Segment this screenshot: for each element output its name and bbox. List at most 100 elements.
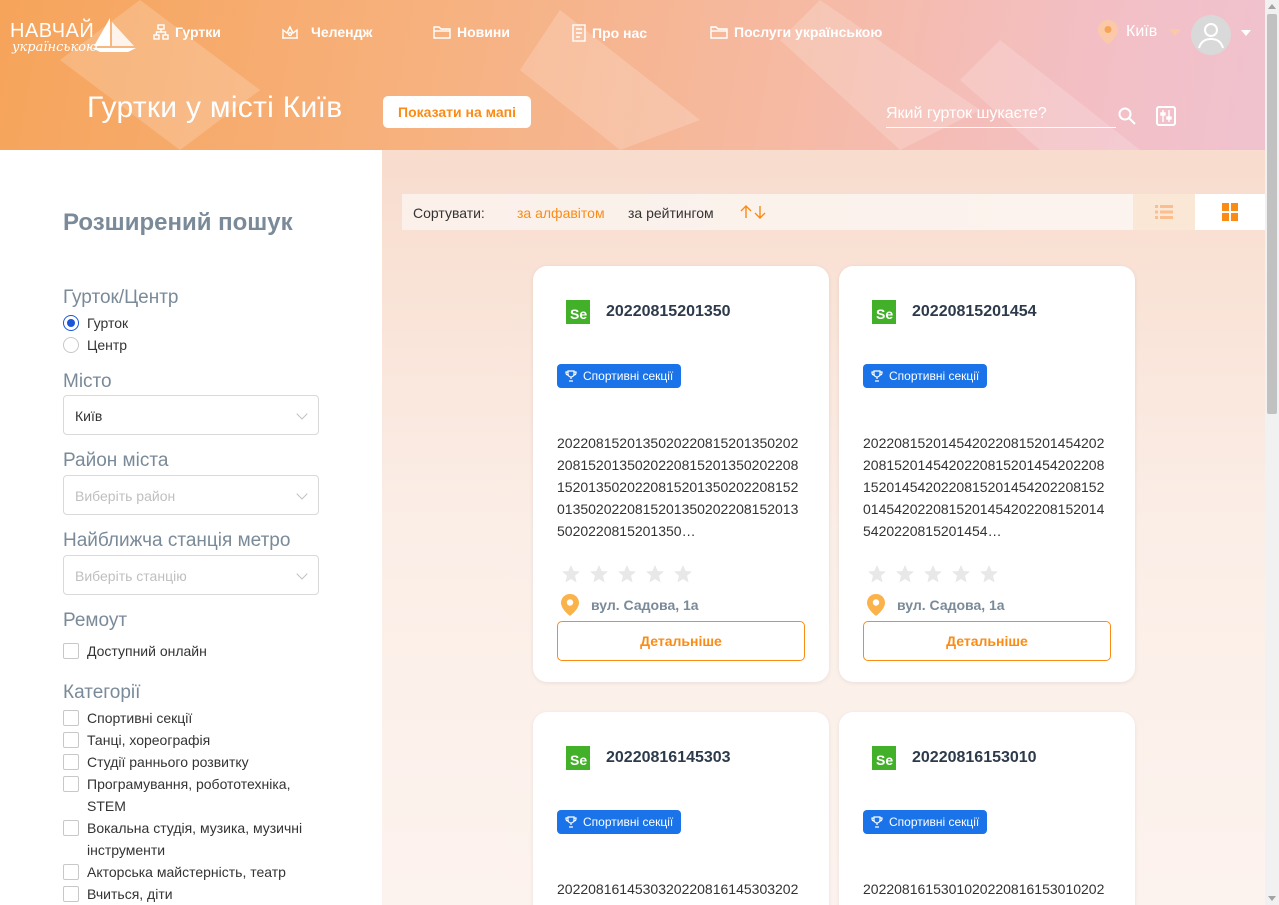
checkbox[interactable]	[63, 864, 79, 880]
star-icon	[618, 565, 636, 583]
club-card[interactable]: Se 20220816153010 Спортивні секції 20220…	[839, 712, 1135, 905]
category-item[interactable]: Танці, хореографія	[63, 729, 210, 751]
checkbox[interactable]	[63, 776, 79, 792]
district-label: Район міста	[63, 450, 169, 471]
club-description: 20220816153010202208161530102022	[863, 881, 1105, 897]
rating-stars	[867, 564, 999, 584]
nav-services[interactable]: Послуги українською	[710, 24, 882, 40]
star-icon	[674, 565, 692, 583]
city-selector[interactable]: Київ	[1098, 20, 1182, 44]
category-label: Спортивні секції	[87, 710, 193, 726]
logo-sub-text: українською	[12, 40, 98, 55]
metro-select-placeholder: Виберіть станцію	[75, 568, 187, 584]
search-input[interactable]: Який гурток шукаєте?	[886, 100, 1116, 128]
page-title: Гуртки у місті Київ	[87, 91, 343, 124]
trophy-icon	[565, 816, 577, 828]
checkbox[interactable]	[63, 710, 79, 726]
radio-center-label: Центр	[87, 337, 128, 353]
scrollbar-thumb[interactable]	[1267, 14, 1277, 414]
checkbox[interactable]	[63, 643, 79, 659]
category-item[interactable]: Вчиться, діти	[63, 883, 173, 905]
svg-text:Se: Se	[876, 752, 893, 768]
category-item[interactable]: Спортивні секції	[63, 707, 192, 729]
clubs-icon	[153, 24, 169, 40]
city-select-value: Київ	[75, 408, 103, 424]
metro-select[interactable]: Виберіть станцію	[63, 555, 319, 595]
category-item[interactable]: Програмування, робототехніка, STEM	[63, 773, 313, 817]
club-card[interactable]: Se 20220815201454 Спортивні секції 20220…	[839, 266, 1135, 682]
results-area: Сортувати: за алфавітом за рейтингом Se …	[382, 150, 1265, 905]
nav-news[interactable]: Новини	[433, 24, 510, 40]
user-menu-caret-icon[interactable]	[1241, 30, 1251, 36]
radio-button[interactable]	[63, 337, 79, 353]
metro-label: Найближча станція метро	[63, 530, 291, 551]
sort-alphabetical[interactable]: за алфавітом	[517, 205, 605, 221]
star-icon	[952, 565, 970, 583]
star-icon	[924, 565, 942, 583]
club-title[interactable]: 20220815201454	[912, 303, 1037, 321]
club-title[interactable]: 20220816145303	[606, 749, 731, 767]
trophy-icon	[871, 816, 883, 828]
page-scrollbar[interactable]	[1265, 0, 1279, 905]
district-select[interactable]: Виберіть район	[63, 475, 319, 515]
checkbox[interactable]	[63, 732, 79, 748]
show-on-map-button[interactable]: Показати на мапі	[383, 96, 531, 128]
rating-stars	[561, 564, 693, 584]
club-title[interactable]: 20220816153010	[912, 749, 1037, 767]
details-button[interactable]: Детальніше	[863, 621, 1111, 661]
nav-clubs[interactable]: Гуртки	[153, 24, 221, 40]
paper-boat-icon	[92, 18, 136, 52]
advanced-search-sidebar: Розширений пошук Гурток/Центр Гурток Цен…	[0, 150, 382, 905]
site-logo[interactable]: НАВЧАЙ українською	[10, 18, 136, 55]
category-item[interactable]: Студії раннього розвитку	[63, 751, 249, 773]
checkbox[interactable]	[63, 820, 79, 836]
star-icon	[980, 565, 998, 583]
sort-bar: Сортувати: за алфавітом за рейтингом	[402, 194, 1265, 230]
sort-rating[interactable]: за рейтингом	[628, 205, 714, 221]
club-card[interactable]: Se 20220816145303 Спортивні секції 20220…	[533, 712, 829, 905]
details-button[interactable]: Детальніше	[557, 621, 805, 661]
club-address: вул. Садова, 1а	[867, 594, 1005, 616]
club-title[interactable]: 20220815201350	[606, 303, 731, 321]
search-icon[interactable]	[1118, 107, 1136, 125]
sort-label: Сортувати:	[413, 205, 485, 221]
category-tag: Спортивні секції	[557, 364, 682, 388]
checkbox-online[interactable]: Доступний онлайн	[63, 640, 207, 662]
city-select[interactable]: Київ	[63, 395, 319, 435]
club-card[interactable]: Se 20220815201350 Спортивні секції 20220…	[533, 266, 829, 682]
scroll-down-arrow-icon[interactable]	[1268, 896, 1276, 901]
user-avatar[interactable]	[1191, 15, 1231, 55]
star-icon	[868, 565, 886, 583]
category-label: Програмування, робототехніка, STEM	[87, 776, 291, 814]
radio-club[interactable]: Гурток	[63, 312, 128, 334]
checkbox[interactable]	[63, 886, 79, 902]
category-tag-label: Спортивні секції	[583, 369, 674, 383]
trophy-icon	[565, 370, 577, 382]
category-item[interactable]: Акторська майстерність, театр	[63, 861, 286, 883]
club-description: 2022081520135020220815201350202208152013…	[557, 435, 799, 539]
star-icon	[562, 565, 580, 583]
radio-center[interactable]: Центр	[63, 334, 127, 356]
category-tag: Спортивні секції	[863, 810, 988, 834]
star-icon	[646, 565, 664, 583]
club-logo-icon: Se	[566, 746, 590, 770]
advanced-search-title: Розширений пошук	[63, 209, 293, 236]
advanced-filter-icon[interactable]	[1156, 106, 1176, 126]
category-tag-label: Спортивні секції	[889, 815, 980, 829]
radio-club-label: Гурток	[87, 315, 129, 331]
nav-challenge[interactable]: Челендж	[281, 24, 372, 40]
services-folder-icon	[710, 26, 728, 39]
list-view-button[interactable]	[1133, 194, 1195, 230]
club-logo-icon: Se	[872, 746, 896, 770]
category-tag-label: Спортивні секції	[889, 369, 980, 383]
scroll-up-arrow-icon[interactable]	[1268, 4, 1276, 9]
svg-text:Se: Se	[876, 306, 893, 322]
nav-about[interactable]: Про нас	[572, 24, 647, 42]
chevron-down-icon	[296, 568, 308, 580]
club-description: 2022081520145420220815201454202208152014…	[863, 435, 1105, 539]
category-item[interactable]: Вокальна студія, музика, музичні інструм…	[63, 817, 313, 861]
grid-view-button[interactable]	[1195, 194, 1265, 230]
sort-direction-icon[interactable]	[738, 204, 768, 220]
checkbox[interactable]	[63, 754, 79, 770]
radio-button[interactable]	[63, 315, 79, 331]
